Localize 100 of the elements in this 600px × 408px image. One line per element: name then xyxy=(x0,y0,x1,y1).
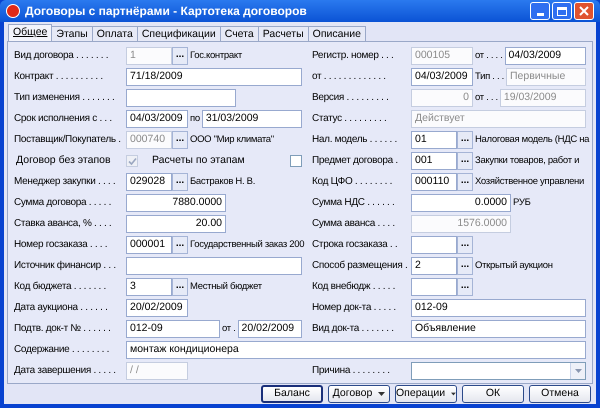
field-text: Гос.контракт xyxy=(189,48,243,63)
lookup-button[interactable]: ... xyxy=(172,131,188,149)
field-text: Закупки товаров, работ и xyxy=(474,154,580,168)
field-label: Сумма договора . . . . . xyxy=(14,197,112,209)
dialog-button[interactable]: Операции xyxy=(395,385,457,403)
window-title: Договоры с партнёрами - Картотека договоров xyxy=(25,3,308,20)
field-label: Сумма аванса . . . . xyxy=(312,218,395,230)
field-label: Строка госзаказа . . xyxy=(312,239,398,251)
field-label: Дата аукциона . . . . . . xyxy=(14,302,108,314)
minimize-button[interactable] xyxy=(530,2,550,20)
lookup-button[interactable]: ... xyxy=(172,47,188,65)
input-field[interactable]: 0.0000 xyxy=(411,194,511,212)
input-field[interactable]: Объявление xyxy=(411,320,586,338)
maximize-button[interactable] xyxy=(552,2,572,20)
field-label: Вид договора . . . . . . . xyxy=(14,50,108,62)
close-button[interactable] xyxy=(574,2,594,20)
field-label: Предмет договора . xyxy=(312,155,398,167)
dropdown-field[interactable] xyxy=(411,362,586,380)
field-text: от . xyxy=(221,322,237,336)
field-label: Подтв. док-т № . . . . . . xyxy=(14,323,111,335)
tab[interactable]: Оплата xyxy=(92,26,138,41)
field-text: от . . . . xyxy=(474,48,504,63)
input-field[interactable] xyxy=(411,278,457,296)
caret-icon xyxy=(451,392,456,396)
field-text: по xyxy=(189,112,201,126)
field-label: Содержание . . . . . . . . xyxy=(14,344,110,356)
input-field[interactable]: 001 xyxy=(411,152,457,170)
input-field[interactable] xyxy=(411,236,457,254)
input-field[interactable]: 71/18/2009 xyxy=(126,68,302,86)
lookup-button[interactable]: ... xyxy=(457,152,473,170)
field-label: Код ЦФО . . . . . . . . xyxy=(312,176,392,188)
lookup-button[interactable]: ... xyxy=(457,173,473,191)
input-field[interactable]: 04/03/2009 xyxy=(504,47,586,65)
field-label: Причина . . . . . . . . xyxy=(312,365,390,377)
lookup-button[interactable]: ... xyxy=(457,278,473,296)
close-icon xyxy=(579,6,589,16)
field-label: Регистр. номер . . . xyxy=(312,50,394,62)
field-label: Номер док-та . . . . . xyxy=(312,302,396,314)
dialog-button[interactable]: ОК xyxy=(462,385,524,403)
lookup-button[interactable]: ... xyxy=(172,236,188,254)
dialog-button[interactable]: Отмена xyxy=(529,385,591,403)
field-label: Менеджер закупки . . . . xyxy=(14,176,116,188)
field-label: Версия . . . . . . . . . xyxy=(312,92,389,104)
maximize-icon xyxy=(557,6,567,16)
field-label: Тип изменения . . . . . . . xyxy=(14,92,114,104)
input-field[interactable]: 012-09 xyxy=(411,299,586,317)
field-text: Бастраков Н. В. xyxy=(189,174,256,189)
field-text: Налоговая модель (НДС на xyxy=(474,132,590,147)
field-text: РУБ xyxy=(512,196,532,210)
input-field[interactable]: 20.00 xyxy=(126,215,226,233)
input-field[interactable]: 012-09 xyxy=(126,320,220,338)
field-label: Ставка аванса, % . . . . xyxy=(14,218,112,230)
input-field[interactable]: 2 xyxy=(411,257,457,275)
field-label: от . . . . . . . . . . . . . xyxy=(312,71,386,83)
input-field[interactable] xyxy=(126,89,236,107)
tab[interactable]: Спецификации xyxy=(136,26,221,41)
lookup-button[interactable]: ... xyxy=(457,131,473,149)
field-text: Государственный заказ 200 xyxy=(189,238,306,252)
lookup-button[interactable]: ... xyxy=(172,173,188,191)
field-label: Источник финансир . . . xyxy=(14,260,116,272)
input-field[interactable]: 04/03/2009 xyxy=(126,110,188,128)
field-text: Местный бюджет xyxy=(189,280,263,294)
app-icon xyxy=(6,4,20,18)
caret-icon xyxy=(378,392,386,396)
lookup-button[interactable]: ... xyxy=(457,257,473,275)
field-label: Статус . . . . . . . . . xyxy=(312,113,386,125)
input-field[interactable]: 01 xyxy=(411,131,457,149)
tab[interactable]: Общее xyxy=(8,24,52,41)
field-label: Номер госзаказа . . . . xyxy=(14,239,108,251)
input-field[interactable]: 31/03/2009 xyxy=(202,110,302,128)
field-label: Сумма НДС . . . . . . xyxy=(312,197,394,209)
tab[interactable]: Расчеты xyxy=(258,26,309,41)
checkbox[interactable] xyxy=(290,155,302,167)
input-field[interactable]: 029028 xyxy=(126,173,172,191)
input-field[interactable] xyxy=(126,257,302,275)
lookup-button[interactable]: ... xyxy=(457,236,473,254)
input-field[interactable]: 20/02/2009 xyxy=(126,299,188,317)
dialog-button[interactable]: Договор xyxy=(328,385,390,403)
field-label: Код бюджета . . . . . . . xyxy=(14,281,106,293)
tab[interactable]: Описание xyxy=(308,26,366,41)
field-label: Дата завершения . . . . . xyxy=(14,365,116,377)
field-label: Код внебюдж . . . . . xyxy=(312,281,396,293)
input-field[interactable]: монтаж кондиционера xyxy=(126,341,586,359)
field-label: Способ размещения . xyxy=(312,260,408,272)
input-field[interactable]: 20/02/2009 xyxy=(238,320,302,338)
input-field[interactable]: 000001 xyxy=(126,236,172,254)
field-label: Срок исполнения с . . . xyxy=(14,113,112,125)
tab[interactable]: Этапы xyxy=(51,26,93,41)
input-field[interactable]: 7880.0000 xyxy=(126,194,226,212)
field-label: Поставщик/Покупатель . xyxy=(14,134,121,146)
dialog-button[interactable]: Баланс xyxy=(261,385,323,403)
field-text: от . . . xyxy=(474,90,499,105)
field-text: Тип . . . xyxy=(474,70,505,84)
input-field[interactable]: 3 xyxy=(126,278,172,296)
input-field[interactable]: 04/03/2009 xyxy=(411,68,473,86)
field-text: ООО "Мир климата" xyxy=(189,132,275,147)
input-field[interactable]: 000110 xyxy=(411,173,457,191)
checkmark-icon xyxy=(128,156,136,166)
lookup-button[interactable]: ... xyxy=(172,278,188,296)
tab[interactable]: Счета xyxy=(220,26,259,41)
